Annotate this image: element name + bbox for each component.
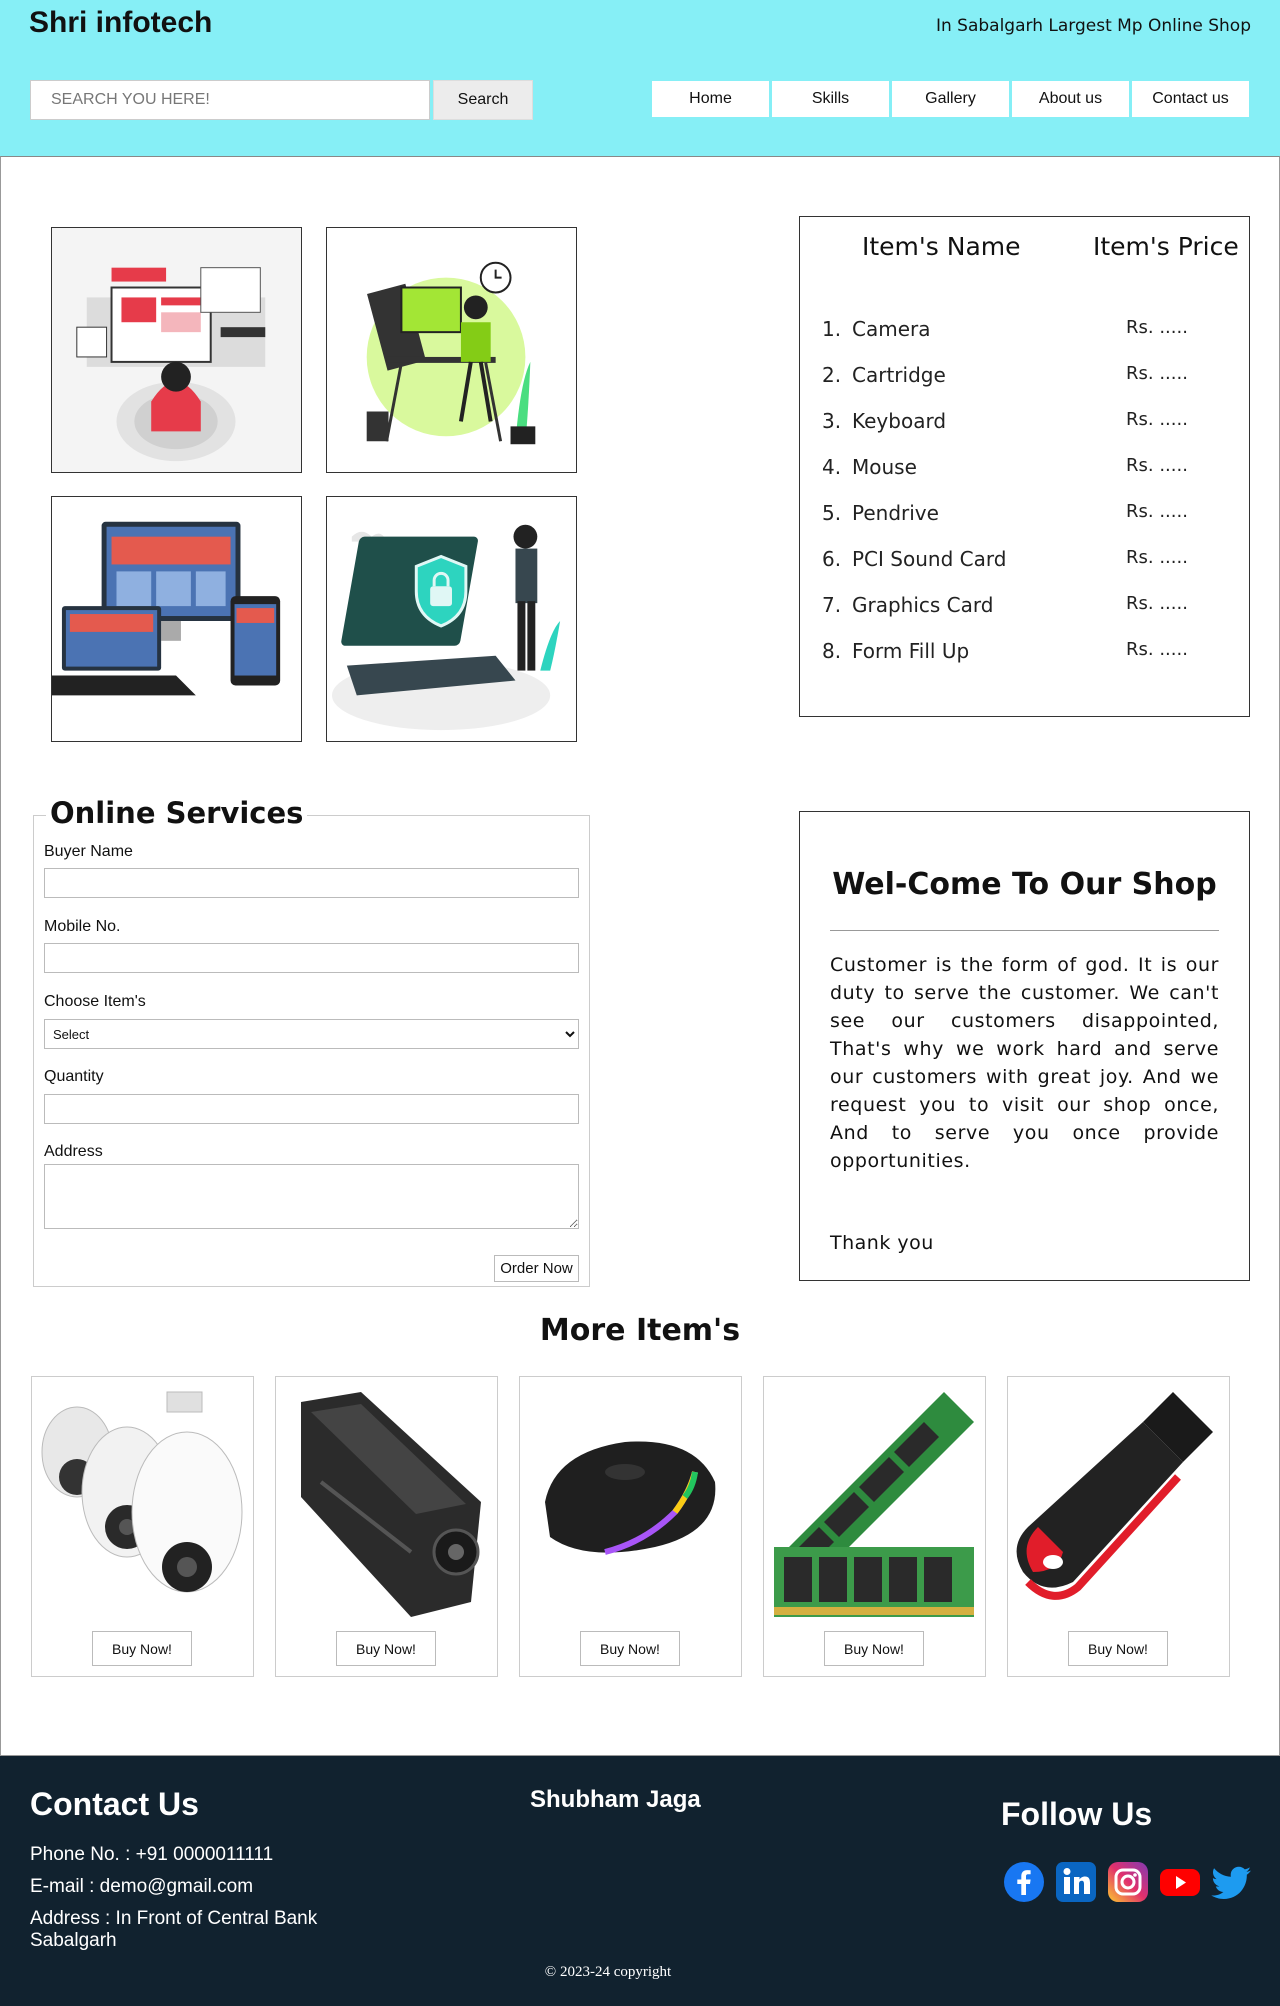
- price-list-price-header: Item's Price: [1093, 232, 1239, 261]
- order-now-button[interactable]: Order Now: [494, 1255, 579, 1282]
- more-items-title: More Item's: [539, 1313, 741, 1348]
- security-laptop-illustration: [326, 496, 577, 742]
- address-label: Address: [44, 1143, 103, 1160]
- row-number: 2.: [822, 363, 842, 387]
- buyer-name-input[interactable]: [44, 868, 579, 898]
- item-name: Pendrive: [852, 501, 939, 525]
- price-list-row: 5. Pendrive Rs. .....: [820, 501, 1230, 531]
- item-name: PCI Sound Card: [852, 547, 1007, 571]
- price-list-row: 6. PCI Sound Card Rs. .....: [820, 547, 1230, 577]
- row-number: 7.: [822, 593, 842, 617]
- brand-title: Shri infotech: [29, 6, 213, 39]
- item-price: Rs. .....: [1126, 363, 1188, 384]
- footer-address-city: Sabalgarh: [30, 1930, 117, 1951]
- search-input[interactable]: [30, 80, 430, 120]
- footer-address: Address : In Front of Central Bank: [30, 1908, 318, 1929]
- item-name: Mouse: [852, 455, 917, 479]
- product-card: Buy Now!: [519, 1376, 742, 1677]
- twitter-icon[interactable]: [1211, 1861, 1253, 1903]
- toner-cartridge-image: [281, 1382, 492, 1622]
- footer-contact-title: Contact Us: [30, 1786, 199, 1822]
- designer-at-desk-illustration: [326, 227, 577, 473]
- price-list-row: 1. Camera Rs. .....: [820, 317, 1230, 347]
- buy-now-button[interactable]: Buy Now!: [336, 1631, 436, 1666]
- welcome-thanks: Thank you: [830, 1232, 934, 1254]
- address-textarea[interactable]: [44, 1164, 579, 1229]
- gaming-mouse-image: [525, 1382, 736, 1622]
- choose-item-select[interactable]: Select: [44, 1019, 579, 1049]
- header-tagline: In Sabalgarh Largest Mp Online Shop: [935, 16, 1251, 36]
- welcome-box: Wel-Come To Our Shop Customer is the for…: [799, 811, 1250, 1281]
- buy-now-button[interactable]: Buy Now!: [1068, 1631, 1168, 1666]
- item-name: Graphics Card: [852, 593, 994, 617]
- mobile-input[interactable]: [44, 943, 579, 973]
- item-name: Keyboard: [852, 409, 947, 433]
- price-list-row: 7. Graphics Card Rs. .....: [820, 593, 1230, 623]
- item-name: Form Fill Up: [852, 639, 970, 663]
- item-price: Rs. .....: [1126, 455, 1188, 476]
- welcome-divider: [830, 930, 1219, 931]
- buyer-name-label: Buyer Name: [44, 843, 133, 860]
- nav-skills[interactable]: Skills: [772, 81, 889, 117]
- item-price: Rs. .....: [1126, 639, 1188, 660]
- row-number: 6.: [822, 547, 842, 571]
- footer-owner-name: Shubham Jaga: [530, 1786, 701, 1813]
- site-header: Shri infotech In Sabalgarh Largest Mp On…: [0, 0, 1280, 156]
- row-number: 1.: [822, 317, 842, 341]
- cctv-camera-image: [37, 1382, 248, 1622]
- pendrive-image: [1013, 1382, 1224, 1622]
- product-card: Buy Now!: [763, 1376, 986, 1677]
- footer-follow-title: Follow Us: [1001, 1796, 1153, 1832]
- footer-email: E-mail : demo@gmail.com: [30, 1876, 254, 1897]
- instagram-icon[interactable]: [1107, 1861, 1149, 1903]
- youtube-icon[interactable]: [1159, 1861, 1201, 1903]
- item-price: Rs. .....: [1126, 501, 1188, 522]
- row-number: 5.: [822, 501, 842, 525]
- product-card: Buy Now!: [275, 1376, 498, 1677]
- nav-contact[interactable]: Contact us: [1132, 81, 1249, 117]
- item-name: Cartridge: [852, 363, 946, 387]
- ui-design-illustration: [51, 227, 302, 473]
- price-list-row: 4. Mouse Rs. .....: [820, 455, 1230, 485]
- order-form-legend: Online Services: [46, 796, 308, 830]
- product-card: Buy Now!: [1007, 1376, 1230, 1677]
- welcome-title: Wel-Come To Our Shop: [832, 867, 1217, 902]
- main-nav: Home Skills Gallery About us Contact us: [652, 81, 1249, 117]
- ram-module-image: [769, 1382, 980, 1622]
- buy-now-button[interactable]: Buy Now!: [92, 1631, 192, 1666]
- buy-now-button[interactable]: Buy Now!: [580, 1631, 680, 1666]
- row-number: 3.: [822, 409, 842, 433]
- search-button[interactable]: Search: [433, 80, 533, 120]
- responsive-design-illustration: [51, 496, 302, 742]
- mobile-label: Mobile No.: [44, 918, 121, 935]
- price-list-row: 3. Keyboard Rs. .....: [820, 409, 1230, 439]
- quantity-input[interactable]: [44, 1094, 579, 1124]
- row-number: 8.: [822, 639, 842, 663]
- site-footer: Contact Us Phone No. : +91 0000011111 E-…: [0, 1756, 1280, 2006]
- item-price: Rs. .....: [1126, 547, 1188, 568]
- footer-copyright: © 2023-24 copyright: [544, 1964, 672, 1980]
- footer-phone: Phone No. : +91 0000011111: [30, 1844, 274, 1865]
- buy-now-button[interactable]: Buy Now!: [824, 1631, 924, 1666]
- price-list-row: 8. Form Fill Up Rs. .....: [820, 639, 1230, 669]
- item-price: Rs. .....: [1126, 317, 1188, 338]
- choose-item-label: Choose Item's: [44, 993, 146, 1010]
- item-price: Rs. .....: [1126, 593, 1188, 614]
- row-number: 4.: [822, 455, 842, 479]
- item-name: Camera: [852, 317, 931, 341]
- nav-about[interactable]: About us: [1012, 81, 1129, 117]
- price-list-box: Item's Name Item's Price 1. Camera Rs. .…: [799, 216, 1250, 717]
- nav-gallery[interactable]: Gallery: [892, 81, 1009, 117]
- nav-home[interactable]: Home: [652, 81, 769, 117]
- price-list-name-header: Item's Name: [862, 232, 1021, 261]
- facebook-icon[interactable]: [1003, 1861, 1045, 1903]
- item-price: Rs. .....: [1126, 409, 1188, 430]
- price-list-row: 2. Cartridge Rs. .....: [820, 363, 1230, 393]
- linkedin-icon[interactable]: [1055, 1861, 1097, 1903]
- quantity-label: Quantity: [44, 1068, 104, 1085]
- product-card: Buy Now!: [31, 1376, 254, 1677]
- welcome-text: Customer is the form of god. It is our d…: [830, 954, 1219, 1172]
